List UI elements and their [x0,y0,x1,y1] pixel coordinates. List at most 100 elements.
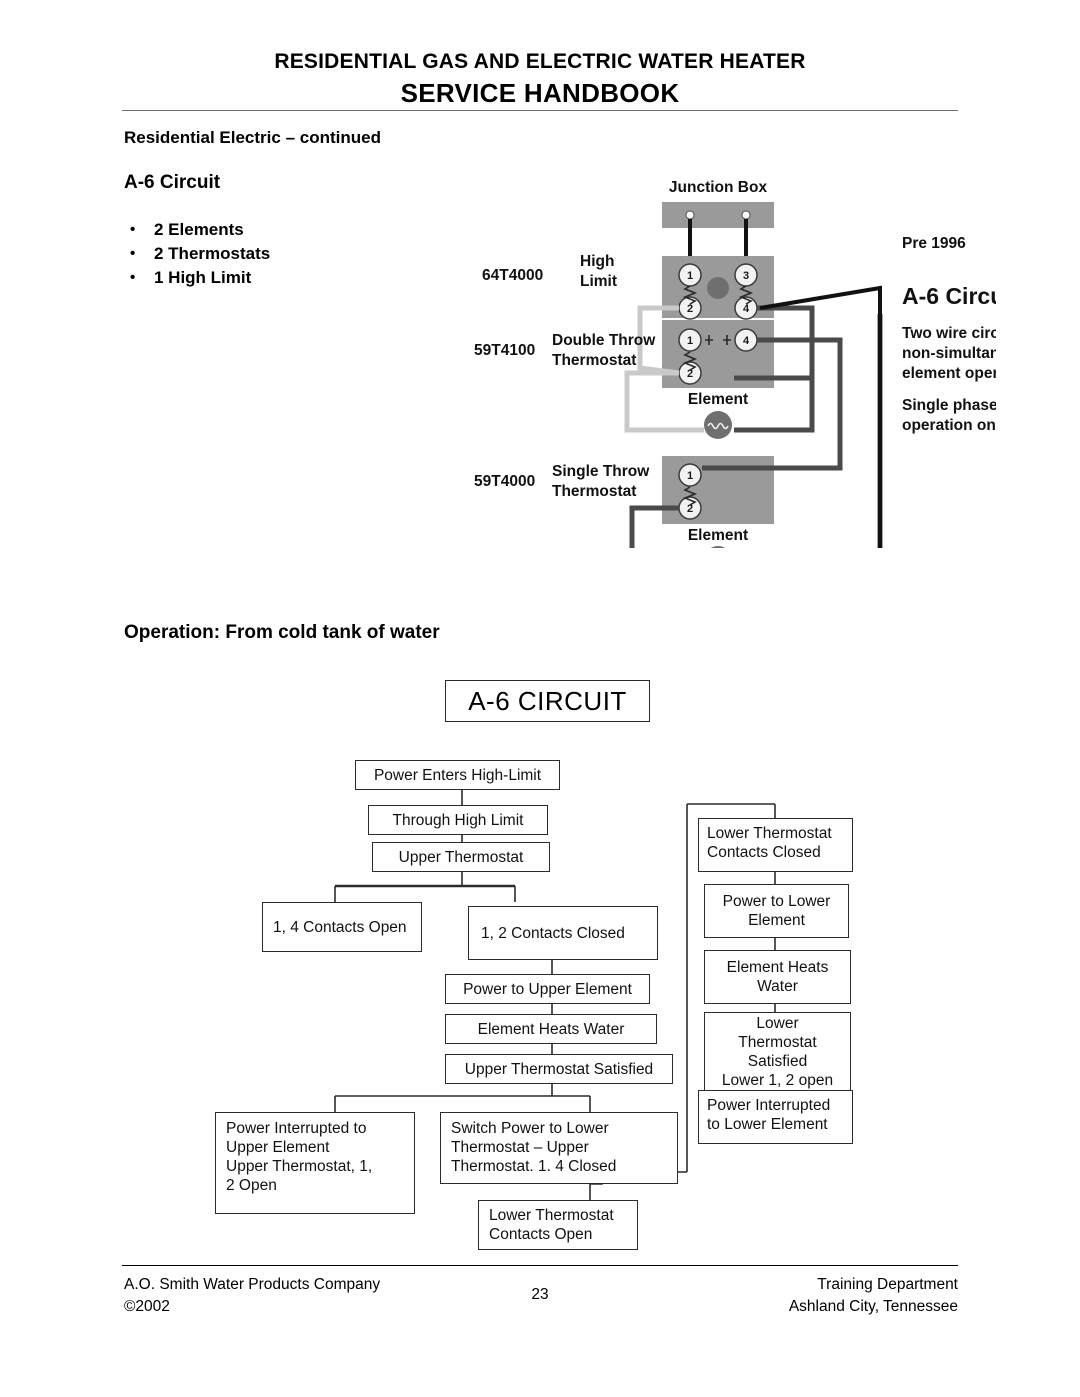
flow-node-label: 1, 2 Contacts Closed [481,924,625,942]
flow-node-label-multiline: Lower Thermostat Contacts Closed [707,824,832,862]
flow-node-label: Upper Thermostat Satisfied [464,1060,654,1078]
section-title: A-6 Circuit [124,172,221,193]
flow-node-line: Water [757,978,798,995]
flow-node-lower-thermostat-contacts-open: Lower Thermostat Contacts Open [478,1200,638,1250]
callout-line: operation only. [902,417,996,434]
svg-text:1: 1 [687,270,693,282]
bullet-icon: • [130,245,136,262]
header-divider [122,110,958,111]
flow-node-line: Lower Thermostat [707,825,832,842]
flow-node-upper-thermostat: Upper Thermostat [372,842,550,872]
flow-node-line: Switch Power to Lower [451,1120,609,1137]
double-throw-label: Thermostat [552,352,636,369]
flowchart-title-box: A-6 CIRCUIT [445,680,650,722]
flowchart-title: A-6 CIRCUIT [468,685,627,716]
single-throw-label: Single Throw [552,463,650,480]
callout-line: non-simultaneous [902,345,996,362]
flow-node-line: Satisfied [747,1053,808,1070]
circuit-callout-title: A-6 Circuit [902,283,996,309]
callout-line: Two wire circuit [902,325,996,342]
list-item: • 1 High Limit [124,266,270,290]
flow-node-line: Upper Element [226,1139,330,1156]
double-throw-label: Double Throw [552,332,656,349]
flow-node-power-interrupted-lower: Power Interrupted to Lower Element [698,1090,853,1144]
flow-node-1-4-contacts-open: 1, 4 Contacts Open [262,902,422,952]
flow-node-1-2-contacts-closed: 1, 2 Contacts Closed [468,906,658,960]
flow-node-element-heats-water-upper: Element Heats Water [445,1014,657,1044]
callout-line: element operation. [902,365,996,382]
svg-text:4: 4 [743,303,750,315]
flow-node-line: 2 Open [226,1177,277,1194]
high-limit-label: Limit [580,273,617,290]
flow-node-line: Thermostat. 1. 4 Closed [451,1158,617,1175]
document-header-line-1: RESIDENTIAL GAS AND ELECTRIC WATER HEATE… [274,50,806,73]
footer-left: A.O. Smith Water Products Company ©2002 [124,1274,380,1318]
list-item-label: 2 Thermostats [154,244,271,263]
list-item-label: 1 High Limit [154,268,252,287]
flow-node-label: Power to Upper Element [463,980,632,998]
element-label-lower: Element [688,527,748,544]
bullet-icon: • [130,269,136,286]
circuit-wiring-diagram: .dg { fill: #9a9a9a; } .ddg { fill: #6f6… [462,168,996,548]
svg-text:1: 1 [687,335,693,347]
document-page: RESIDENTIAL GAS AND ELECTRIC WATER HEATE… [0,0,1080,1397]
flow-node-power-to-upper-element: Power to Upper Element [445,974,650,1004]
document-header-line-2: SERVICE HANDBOOK [400,78,680,108]
svg-text:3: 3 [743,270,749,282]
flow-node-line: Element Heats [726,959,829,976]
spec-bullet-list: • 2 Elements • 2 Thermostats • 1 High Li… [124,218,270,290]
svg-text:2: 2 [687,303,693,315]
flow-node-line: Lower [756,1015,799,1032]
flow-node-line: Upper Thermostat, 1, [226,1158,373,1175]
flow-node-line: Power Interrupted to [226,1120,367,1137]
flow-node-lower-thermostat-contacts-closed: Lower Thermostat Contacts Closed [698,818,853,872]
double-throw-part-number: 59T4100 [474,342,535,359]
flow-node-label: Upper Thermostat [398,848,524,866]
flow-node-line: Lower 1, 2 open [721,1072,834,1089]
list-item-label: 2 Elements [154,220,244,239]
operation-heading: Operation: From cold tank of water [124,622,440,643]
list-item: • 2 Thermostats [124,242,270,266]
flow-node-line: Lower Thermostat [489,1207,614,1224]
flow-node-label-multiline: Switch Power to Lower Thermostat – Upper… [451,1119,616,1176]
flow-node-line: Thermostat [738,1034,817,1051]
flow-node-line: Element [748,912,805,929]
flow-node-label: Power Enters High-Limit [373,766,542,784]
flow-node-line: Power Interrupted [707,1097,831,1114]
flow-node-power-enters-high-limit: Power Enters High-Limit [355,760,560,790]
flow-node-line: Power to Lower [722,893,831,910]
flow-node-line: Contacts Open [489,1226,593,1243]
flow-node-label-multiline: Lower Thermostat Contacts Open [489,1206,614,1244]
flow-node-element-heats-water-lower: Element Heats Water [704,950,851,1004]
section-subheading: Residential Electric – continued [124,128,381,147]
flow-node-power-to-lower-element: Power to Lower Element [704,884,849,938]
footer-divider [122,1265,958,1266]
footer-location: Ashland City, Tennessee [788,1298,958,1315]
footer-right: Training Department Ashland City, Tennes… [789,1274,958,1318]
footer-copyright: ©2002 [124,1298,170,1315]
flow-node-line: Contacts Closed [707,844,821,861]
high-limit-part-number: 64T4000 [482,267,543,284]
single-throw-part-number: 59T4000 [474,473,535,490]
flow-node-label-multiline: Power Interrupted to Upper Element Upper… [226,1119,372,1195]
bullet-icon: • [130,221,136,238]
flow-node-label: Element Heats Water [477,1020,625,1038]
element-label-upper: Element [688,391,748,408]
high-limit-label: High [580,253,614,270]
flow-node-label: 1, 4 Contacts Open [273,918,407,936]
flow-node-through-high-limit: Through High Limit [368,805,548,835]
flow-node-label: Through High Limit [392,811,524,829]
callout-line: Single phase [902,397,996,414]
flow-node-label-multiline: Power Interrupted to Lower Element [707,1096,830,1134]
junction-box-label: Junction Box [669,179,768,196]
list-item: • 2 Elements [124,218,270,242]
svg-text:1: 1 [687,470,693,482]
flow-node-line: to Lower Element [707,1116,828,1133]
single-throw-label: Thermostat [552,483,636,500]
footer-company: A.O. Smith Water Products Company [124,1276,381,1293]
flow-node-upper-thermostat-satisfied: Upper Thermostat Satisfied [445,1054,673,1084]
page-number: 23 [531,1286,549,1303]
flowchart: A-6 CIRCUIT Power Enters High-Limit Thro… [190,672,890,1250]
flow-node-power-interrupted-upper: Power Interrupted to Upper Element Upper… [215,1112,415,1214]
flow-node-lower-thermostat-satisfied: Lower Thermostat Satisfied Lower 1, 2 op… [704,1012,851,1092]
